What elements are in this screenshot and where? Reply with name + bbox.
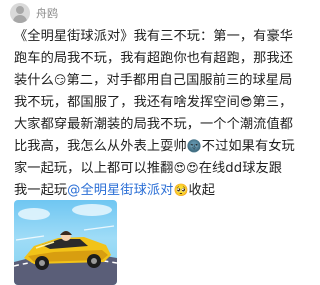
text-line: 比我高，我怎么从外表上耍帅🌚不过如果有女玩 [14,139,295,154]
smirk-emoji-icon: 😏 [53,73,67,87]
supercar-image [14,204,117,285]
text-line: 我一起玩@全明星街球派对🥺收起 [14,183,216,198]
heart-eyes-emoji-icon: 😍😍 [173,161,199,175]
text-line: 装什么😏第二，对手都用自己国服前三的球星局 [14,73,293,88]
text-line: 大家都穿最新潮装的局我不玩，一个个潮流值都 [14,117,294,132]
sunglasses-emoji-icon: 😎 [239,95,253,109]
post-image[interactable] [14,200,117,285]
post-header: 舟鸥 [10,2,58,24]
text-line: 我不玩，都国服了，我还有啥发挥空间😎第三， [14,95,293,110]
text-line: 跑车的局我不玩，我有超跑你也有超跑，那我还 [14,51,294,66]
avatar[interactable] [10,3,30,23]
post-text: 《全明星街球派对》我有三不玩：第一，有豪华 跑车的局我不玩，我有超跑你也有超跑，… [14,26,295,202]
topic-link[interactable]: @全明星街球派对 [67,183,173,198]
moon-face-emoji-icon: 🌚 [186,139,202,153]
username[interactable]: 舟鸥 [36,5,58,21]
text-line: 家一起玩，以上都可以推翻😍😍在线dd球友跟 [14,161,283,176]
text-line: 《全明星街球派对》我有三不玩：第一，有豪华 [14,29,294,44]
post-card: 舟鸥 《全明星街球派对》我有三不玩：第一，有豪华 跑车的局我不玩，我有超跑你也有… [0,0,295,285]
collapse-link[interactable]: 收起 [189,183,216,198]
pleading-emoji-icon: 🥺 [173,183,189,197]
